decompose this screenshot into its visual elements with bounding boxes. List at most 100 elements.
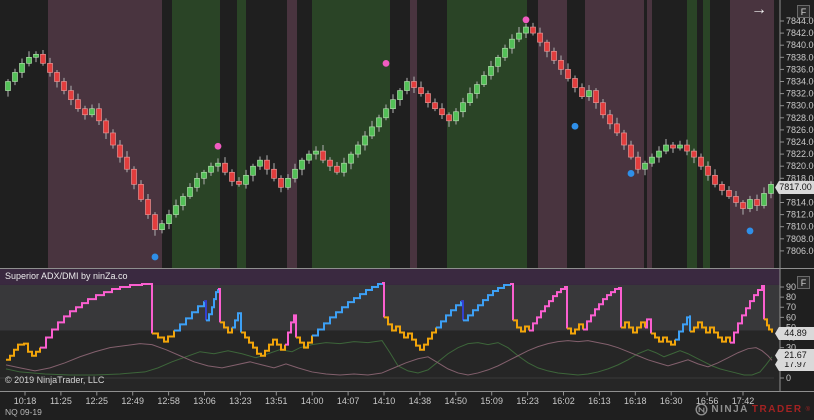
candle [447, 115, 452, 121]
svg-text:7834.00: 7834.00 [786, 77, 814, 87]
svg-text:10:18: 10:18 [14, 396, 37, 406]
candle [461, 103, 466, 112]
svg-text:7838.00: 7838.00 [786, 52, 814, 62]
candle [510, 39, 515, 48]
candle [328, 160, 333, 166]
svg-text:7808.00: 7808.00 [786, 234, 814, 244]
svg-text:15:23: 15:23 [516, 396, 539, 406]
candle [370, 127, 375, 136]
candle [209, 166, 214, 172]
svg-text:14:00: 14:00 [301, 396, 324, 406]
candle [517, 33, 522, 39]
pink-signal-dot [523, 16, 530, 23]
candle [279, 178, 284, 187]
indicator-axis-f-button[interactable]: F [797, 276, 810, 289]
candle [41, 54, 46, 63]
svg-text:12:58: 12:58 [157, 396, 180, 406]
candle [97, 109, 102, 121]
svg-text:16:02: 16:02 [552, 396, 575, 406]
svg-text:7814.00: 7814.00 [786, 198, 814, 208]
svg-text:7812.00: 7812.00 [786, 210, 814, 220]
candle [230, 172, 235, 181]
svg-text:7824.00: 7824.00 [786, 137, 814, 147]
candle [237, 181, 242, 184]
candle [762, 193, 767, 205]
candle [587, 91, 592, 97]
candle [650, 157, 655, 163]
candle [636, 157, 641, 169]
candle [384, 109, 389, 118]
pan-right-arrow-icon[interactable]: → [751, 1, 767, 19]
candle [692, 151, 697, 157]
candle [181, 196, 186, 205]
candle [629, 145, 634, 157]
candle [258, 160, 263, 166]
candle [419, 88, 424, 94]
ninjatrader-chart-window: 7844.007842.007840.007838.007836.007834.… [0, 0, 814, 420]
candle [475, 85, 480, 94]
di-plus-value-tag: 21.67 [775, 349, 814, 362]
last-price-tag: 7817.00 [775, 181, 814, 194]
candle [727, 190, 732, 196]
candle [160, 224, 165, 230]
candle [706, 166, 711, 175]
svg-text:13:06: 13:06 [193, 396, 216, 406]
candle [300, 160, 305, 169]
svg-text:12:49: 12:49 [121, 396, 144, 406]
adx-value-tag: 44.89 [775, 327, 814, 340]
svg-text:70: 70 [786, 302, 796, 312]
svg-text:16:18: 16:18 [624, 396, 647, 406]
ninjatrader-logo-icon [695, 403, 708, 416]
candle [104, 121, 109, 133]
candle [671, 145, 676, 148]
svg-text:12:25: 12:25 [86, 396, 109, 406]
candle [468, 94, 473, 103]
candle [412, 82, 417, 88]
candle [559, 60, 564, 69]
candle [720, 184, 725, 190]
candle [391, 100, 396, 109]
blue-signal-dot [747, 228, 754, 235]
candle [580, 88, 585, 97]
candle [90, 109, 95, 115]
candle [20, 63, 25, 72]
candle [188, 187, 193, 196]
candle [27, 57, 32, 63]
candle [55, 72, 60, 81]
candle [111, 133, 116, 145]
svg-text:7828.00: 7828.00 [786, 113, 814, 123]
svg-text:13:23: 13:23 [229, 396, 252, 406]
svg-text:7842.00: 7842.00 [786, 28, 814, 38]
candle [531, 27, 536, 33]
candle [167, 215, 172, 224]
candle [685, 145, 690, 151]
svg-text:16:30: 16:30 [660, 396, 683, 406]
svg-text:11:25: 11:25 [50, 396, 72, 406]
candle [342, 163, 347, 172]
candle [643, 163, 648, 169]
candle [174, 206, 179, 215]
candle [307, 154, 312, 160]
candle [293, 169, 298, 178]
candle [153, 215, 158, 230]
indicator-zones [0, 269, 780, 392]
candle [699, 157, 704, 166]
candle [321, 151, 326, 160]
candle [335, 166, 340, 172]
chart-canvas[interactable]: 7844.007842.007840.007838.007836.007834.… [0, 0, 814, 420]
candle [496, 57, 501, 66]
candle [139, 184, 144, 199]
candle [755, 199, 760, 205]
svg-text:7836.00: 7836.00 [786, 64, 814, 74]
svg-text:14:10: 14:10 [373, 396, 396, 406]
candle [601, 103, 606, 115]
candle [622, 133, 627, 145]
candle [524, 27, 529, 33]
candle [62, 82, 67, 91]
candle [363, 136, 368, 145]
price-axis-f-button[interactable]: F [797, 5, 810, 18]
svg-text:7832.00: 7832.00 [786, 89, 814, 99]
candle [678, 145, 683, 148]
candle [83, 109, 88, 115]
svg-text:7826.00: 7826.00 [786, 125, 814, 135]
